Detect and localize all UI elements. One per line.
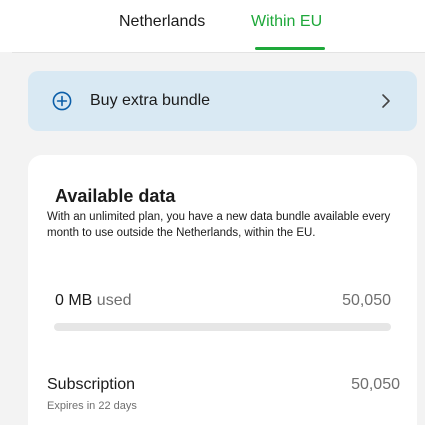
- chevron-right-icon: [382, 94, 390, 108]
- subscription-title: Subscription: [47, 376, 136, 393]
- data-used: 0 MB used: [55, 291, 132, 311]
- card-title: Available data: [55, 186, 176, 206]
- usage-progress-bar: [54, 323, 391, 331]
- available-data-card: Available data With an unlimited plan, y…: [28, 155, 417, 425]
- tab-within-eu[interactable]: Within EU: [251, 12, 322, 32]
- plus-circle-icon: [52, 91, 72, 111]
- data-used-value: 0 MB: [55, 292, 93, 309]
- page: Netherlands Within EU Buy extra bundle A…: [0, 0, 425, 425]
- subscription-value: 50,050: [351, 376, 400, 393]
- subscription-expiry: Expires in 22 days: [47, 400, 137, 412]
- active-tab-indicator: [255, 47, 325, 50]
- data-total: 50,050: [342, 292, 391, 309]
- data-used-label: used: [96, 292, 132, 309]
- card-description: With an unlimited plan, you have a new d…: [47, 211, 391, 239]
- tab-bar: Netherlands Within EU: [0, 0, 425, 52]
- buy-extra-bundle-button[interactable]: Buy extra bundle: [28, 71, 417, 131]
- buy-extra-bundle-label: Buy extra bundle: [90, 92, 211, 109]
- tabs-divider: [12, 52, 425, 53]
- tab-netherlands[interactable]: Netherlands: [119, 12, 205, 32]
